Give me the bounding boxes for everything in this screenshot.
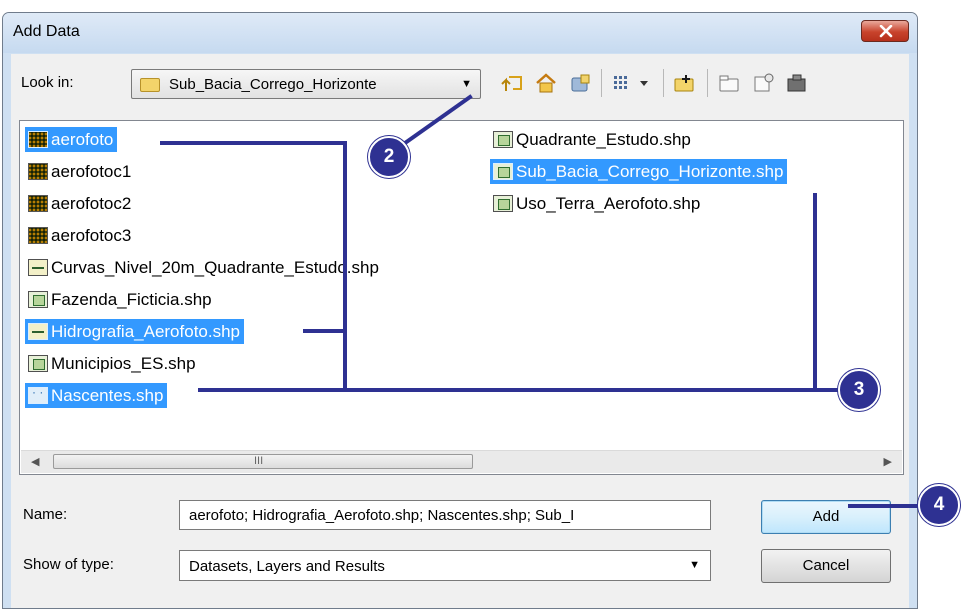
file-item-aerofotoc3[interactable]: aerofotoc3 bbox=[25, 223, 135, 248]
file-label: Uso_Terra_Aerofoto.shp bbox=[516, 193, 701, 213]
type-value: Datasets, Layers and Results bbox=[189, 558, 385, 575]
raster-icon bbox=[28, 195, 48, 212]
file-item-nascentes[interactable]: Nascentes.shp bbox=[25, 383, 168, 408]
add-data-dialog: Add Data Look in: Sub_Bacia_Corrego_Hori… bbox=[2, 12, 918, 609]
file-label: Fazenda_Ficticia.shp bbox=[51, 289, 212, 309]
cancel-button[interactable]: Cancel bbox=[761, 549, 891, 583]
folder-icon bbox=[140, 78, 160, 92]
type-label: Show of type: bbox=[23, 556, 114, 573]
file-label: aerofotoc2 bbox=[51, 193, 132, 213]
file-item-sub-bacia[interactable]: Sub_Bacia_Corrego_Horizonte.shp bbox=[490, 159, 788, 184]
toolbox-icon[interactable] bbox=[783, 69, 811, 97]
file-label: aerofotoc1 bbox=[51, 161, 132, 181]
chevron-down-icon[interactable]: ▼ bbox=[461, 78, 472, 90]
file-label: aerofoto bbox=[51, 129, 114, 149]
file-item-quadrante-estudo[interactable]: Quadrante_Estudo.shp bbox=[490, 127, 695, 152]
file-list[interactable]: aerofoto aerofotoc1 aerofotoc2 aerofotoc… bbox=[19, 120, 904, 475]
toolbar-separator bbox=[601, 69, 602, 97]
callout-badge-4: 4 bbox=[918, 484, 960, 526]
file-label: Municipios_ES.shp bbox=[51, 353, 196, 373]
file-label: Curvas_Nivel_20m_Quadrante_Estudo.shp bbox=[51, 257, 379, 277]
polygon-shapefile-icon bbox=[28, 291, 48, 308]
type-dropdown[interactable]: Datasets, Layers and Results ▼ bbox=[179, 550, 711, 581]
horizontal-scrollbar[interactable]: ◀ III ▶ bbox=[21, 450, 902, 473]
polygon-shapefile-icon bbox=[493, 195, 513, 212]
raster-icon bbox=[28, 131, 48, 148]
catalog-icon[interactable] bbox=[567, 69, 593, 97]
add-button[interactable]: Add bbox=[761, 500, 891, 534]
file-item-aerofotoc2[interactable]: aerofotoc2 bbox=[25, 191, 135, 216]
up-one-level-icon[interactable] bbox=[499, 69, 525, 97]
new-item-icon[interactable] bbox=[749, 69, 777, 97]
file-item-fazenda-ficticia[interactable]: Fazenda_Ficticia.shp bbox=[25, 287, 216, 312]
toolbar-separator bbox=[663, 69, 664, 97]
connect-folder-icon[interactable] bbox=[671, 69, 699, 97]
look-in-value: Sub_Bacia_Corrego_Horizonte bbox=[169, 76, 377, 93]
raster-icon bbox=[28, 227, 48, 244]
file-label: aerofotoc3 bbox=[51, 225, 132, 245]
file-label: Nascentes.shp bbox=[51, 385, 164, 405]
dialog-body: Look in: Sub_Bacia_Corrego_Horizonte ▼ a… bbox=[11, 54, 909, 608]
home-icon[interactable] bbox=[533, 69, 559, 97]
callout-badge-3: 3 bbox=[838, 369, 880, 411]
file-item-curvas-nivel[interactable]: Curvas_Nivel_20m_Quadrante_Estudo.shp bbox=[25, 255, 383, 280]
file-item-uso-terra[interactable]: Uso_Terra_Aerofoto.shp bbox=[490, 191, 704, 216]
toolbar-separator bbox=[707, 69, 708, 97]
file-label: Quadrante_Estudo.shp bbox=[516, 129, 691, 149]
file-label: Hidrografia_Aerofoto.shp bbox=[51, 321, 241, 341]
dialog-title: Add Data bbox=[13, 23, 80, 40]
file-item-municipios[interactable]: Municipios_ES.shp bbox=[25, 351, 200, 376]
close-button[interactable] bbox=[861, 20, 909, 42]
look-in-dropdown[interactable]: Sub_Bacia_Corrego_Horizonte ▼ bbox=[131, 69, 481, 99]
chevron-down-icon[interactable]: ▼ bbox=[689, 559, 700, 571]
close-icon bbox=[879, 25, 893, 38]
line-shapefile-icon bbox=[28, 259, 48, 276]
callout-badge-2: 2 bbox=[368, 136, 410, 178]
scrollbar-grip: III bbox=[254, 455, 264, 467]
line-shapefile-icon bbox=[28, 323, 48, 340]
view-menu-icon[interactable] bbox=[611, 69, 657, 97]
file-label: Sub_Bacia_Corrego_Horizonte.shp bbox=[516, 161, 784, 181]
scroll-right-icon[interactable]: ▶ bbox=[884, 455, 892, 468]
point-shapefile-icon bbox=[28, 385, 48, 404]
polygon-shapefile-icon bbox=[493, 131, 513, 148]
look-in-label: Look in: bbox=[21, 74, 74, 91]
raster-icon bbox=[28, 163, 48, 180]
new-folder-icon[interactable] bbox=[715, 69, 743, 97]
polygon-shapefile-icon bbox=[28, 355, 48, 372]
file-item-hidrografia[interactable]: Hidrografia_Aerofoto.shp bbox=[25, 319, 245, 344]
file-item-aerofoto[interactable]: aerofoto bbox=[25, 127, 118, 152]
name-field[interactable]: aerofoto; Hidrografia_Aerofoto.shp; Nasc… bbox=[179, 500, 711, 530]
scrollbar-thumb[interactable]: III bbox=[53, 454, 473, 469]
name-label: Name: bbox=[23, 506, 68, 523]
title-bar: Add Data bbox=[3, 13, 917, 53]
scroll-left-icon[interactable]: ◀ bbox=[31, 455, 39, 468]
file-item-aerofotoc1[interactable]: aerofotoc1 bbox=[25, 159, 135, 184]
polygon-shapefile-icon bbox=[493, 163, 513, 180]
